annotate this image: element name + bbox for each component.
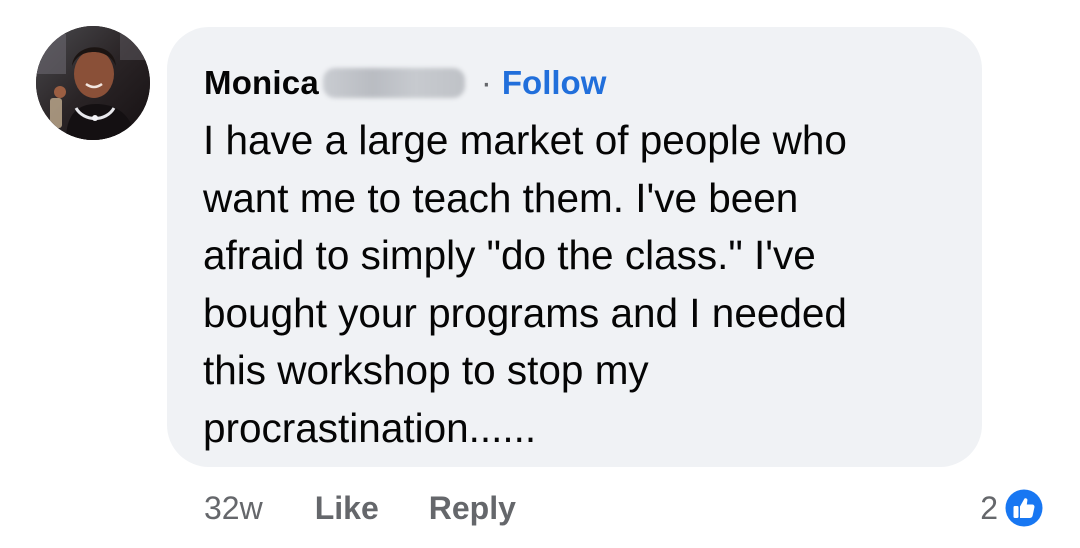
comment-header: Monica · Follow (204, 61, 606, 105)
like-button[interactable]: Like (315, 490, 379, 527)
follow-button[interactable]: Follow (502, 64, 606, 102)
reaction-summary[interactable]: 2 (980, 484, 1046, 532)
comment-timestamp[interactable]: 32w (204, 490, 263, 527)
comment-text: I have a large market of people who want… (203, 117, 847, 451)
separator-dot: · (480, 64, 492, 101)
reaction-count: 2 (980, 489, 998, 526)
comment-actions: 32w Like Reply (204, 486, 516, 530)
reply-button[interactable]: Reply (429, 490, 516, 527)
thumbs-up-icon (1003, 487, 1045, 529)
avatar[interactable] (36, 26, 150, 140)
redacted-surname (322, 68, 465, 98)
author-name[interactable]: Monica (204, 64, 319, 102)
comment-bubble: Monica · Follow I have a large market of… (167, 27, 982, 467)
profile-photo (36, 26, 150, 140)
